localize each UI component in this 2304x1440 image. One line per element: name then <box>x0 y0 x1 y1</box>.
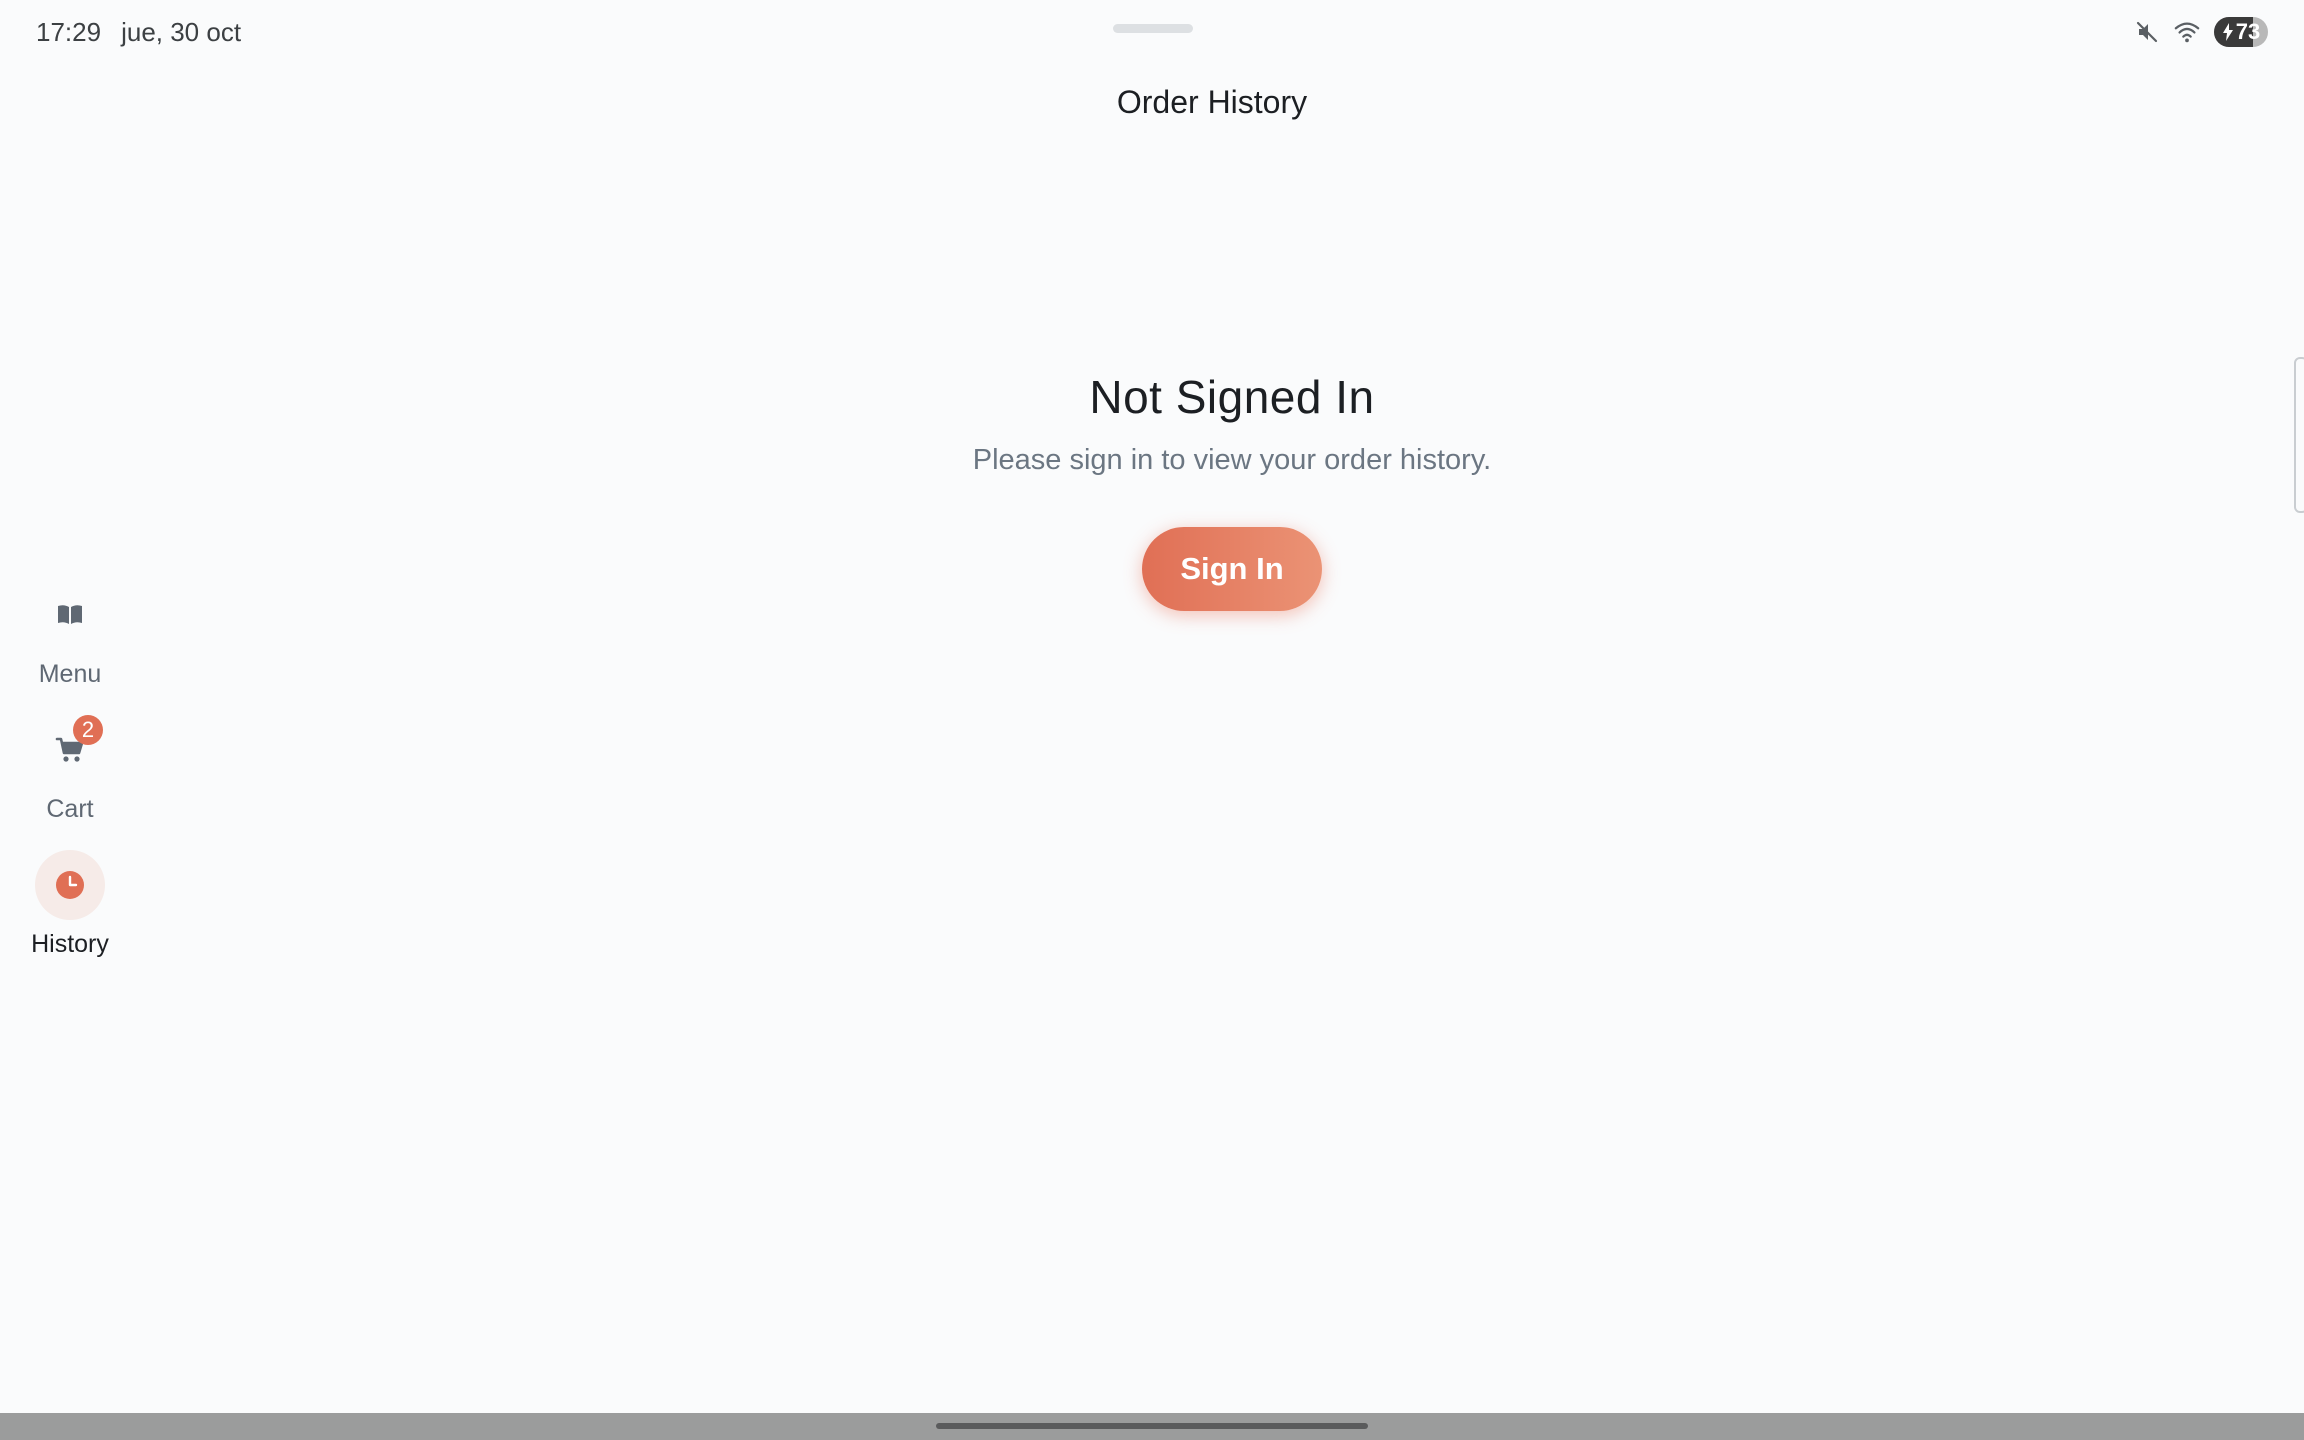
system-navigation-bar <box>0 1413 2304 1440</box>
nav-label-history: History <box>31 930 109 958</box>
battery-charging-icon <box>2222 23 2233 41</box>
nav-item-menu[interactable]: Menu <box>0 580 140 689</box>
wifi-icon <box>2174 19 2200 45</box>
empty-state-title: Not Signed In <box>1089 371 1375 423</box>
status-bar-right: 73 <box>2134 16 2268 48</box>
sign-in-button[interactable]: Sign In <box>1142 527 1322 611</box>
cart-badge: 2 <box>73 715 103 745</box>
nav-item-history[interactable]: History <box>0 850 140 959</box>
battery-level: 73 <box>2235 19 2261 44</box>
nav-menu-icon-wrap <box>35 580 105 650</box>
side-panel-handle[interactable] <box>2294 357 2304 513</box>
book-icon <box>58 605 82 624</box>
empty-state-message: Please sign in to view your order histor… <box>972 444 1492 476</box>
status-date: jue, 30 oct <box>121 16 242 47</box>
mute-icon <box>2134 19 2160 45</box>
status-time: 17:29 <box>36 16 102 47</box>
nav-label-cart: Cart <box>46 795 94 823</box>
nav-history-icon-wrap <box>35 850 105 920</box>
status-bar-left: 17:29 jue, 30 oct <box>36 14 241 50</box>
clock-icon <box>56 871 84 899</box>
app-screen: 17:29 jue, 30 oct 73 Order History Not S… <box>0 0 2304 1440</box>
battery-indicator: 73 <box>2214 17 2268 47</box>
nav-cart-icon-wrap: 2 <box>35 715 105 785</box>
home-gesture-pill[interactable] <box>936 1423 1368 1429</box>
page-title: Order History <box>1116 84 1308 120</box>
drag-handle[interactable] <box>1113 24 1193 33</box>
empty-state: Not Signed In Please sign in to view you… <box>160 370 2304 611</box>
page-header: Order History <box>0 84 2304 121</box>
nav-item-cart[interactable]: 2 Cart <box>0 715 140 824</box>
nav-label-menu: Menu <box>38 660 102 688</box>
